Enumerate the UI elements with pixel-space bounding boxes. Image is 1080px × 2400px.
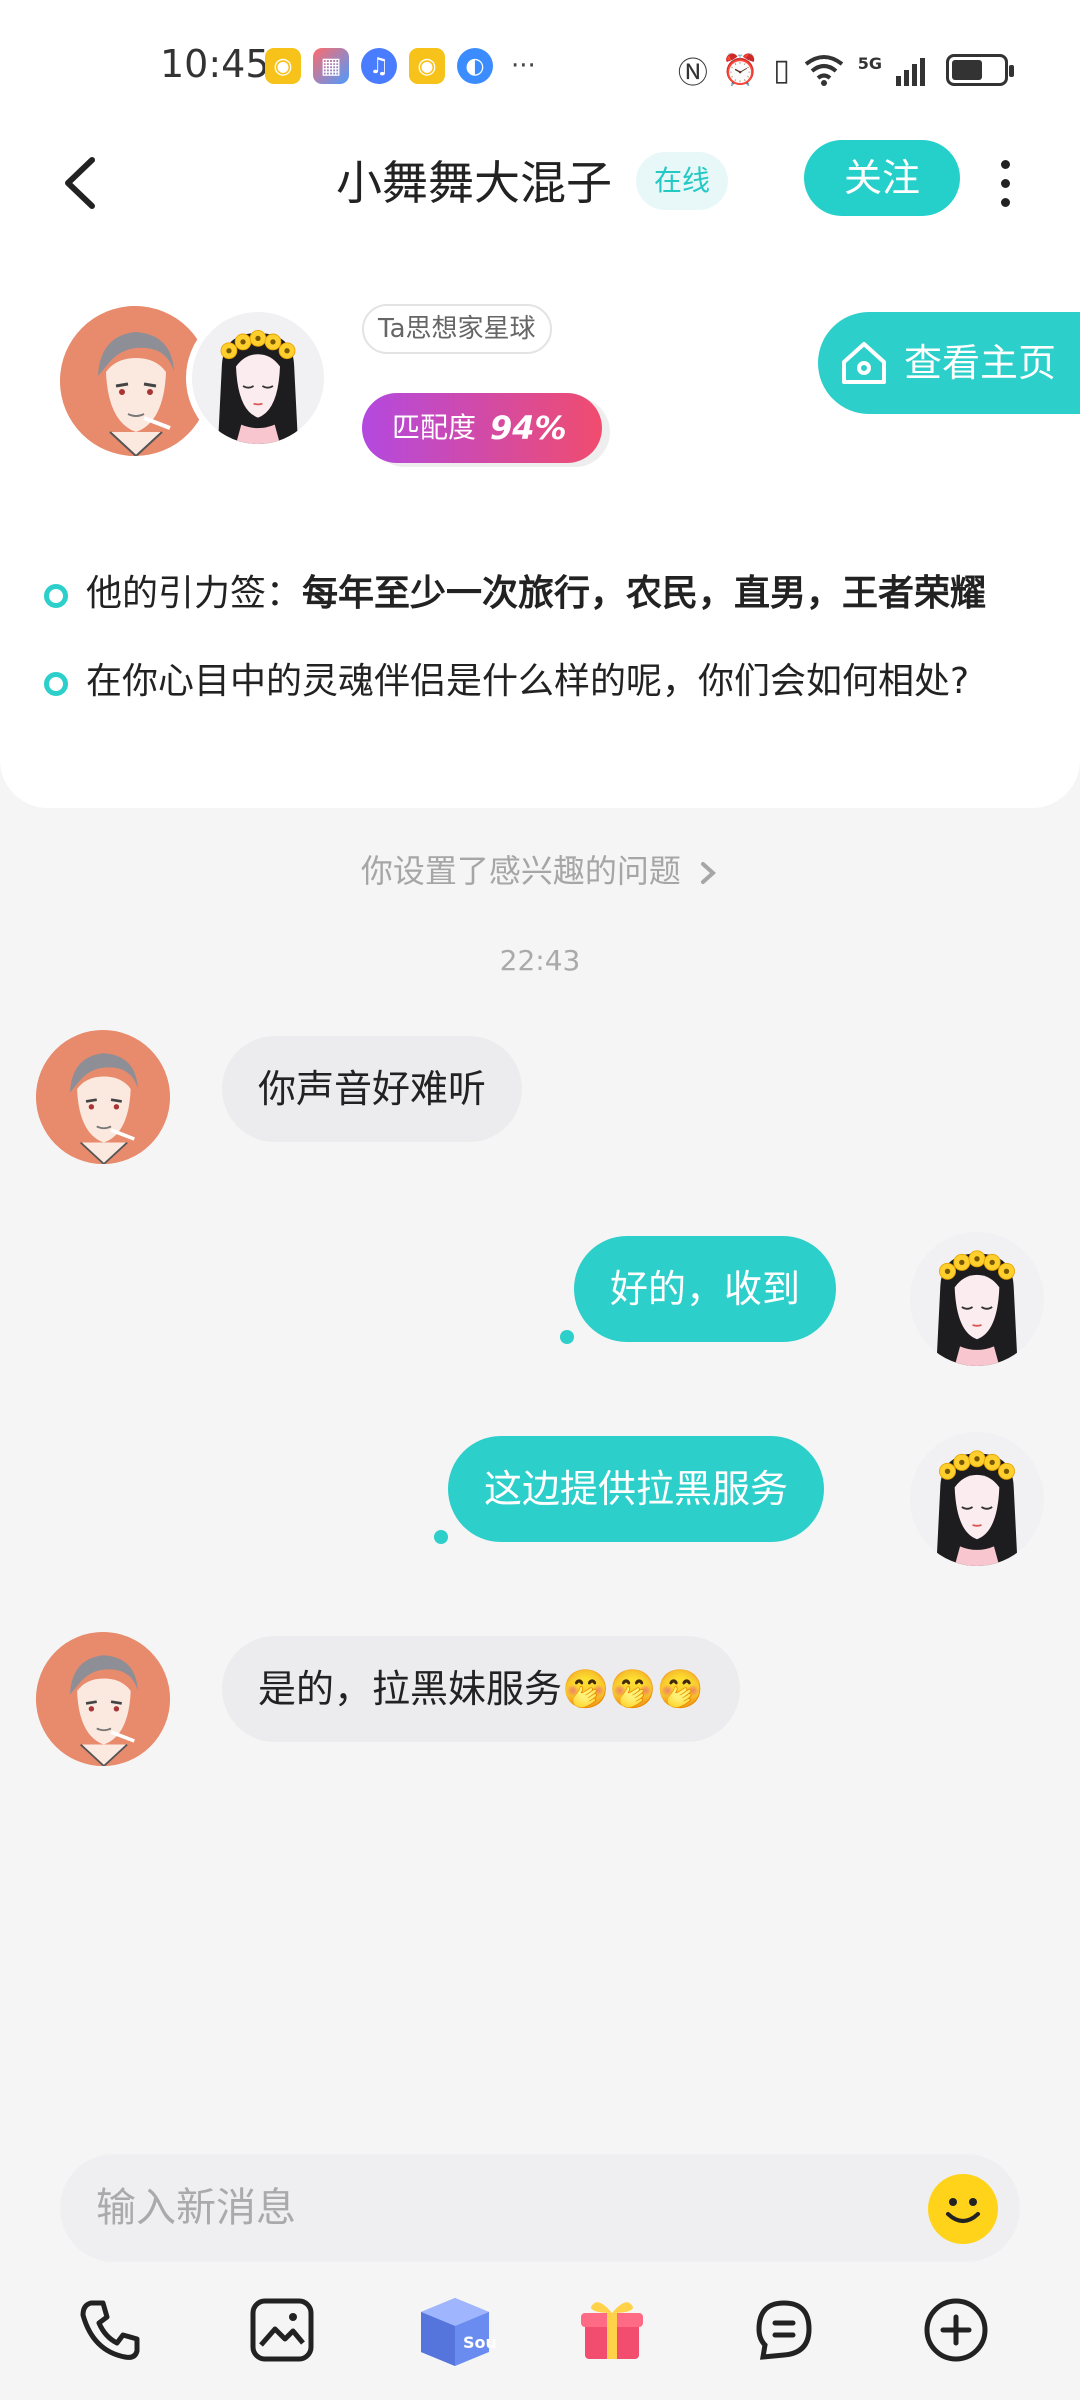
view-homepage-button[interactable]: 查看主页 xyxy=(818,312,1080,414)
image-button[interactable] xyxy=(242,2290,322,2370)
system-icons: Ⓝ ⏰ ▯ 5G xyxy=(677,48,1014,92)
gift-button[interactable] xyxy=(572,2290,652,2370)
back-button[interactable] xyxy=(48,148,118,218)
more-actions-button[interactable] xyxy=(916,2290,996,2370)
my-avatar[interactable] xyxy=(910,1232,1044,1366)
voice-call-button[interactable] xyxy=(70,2290,150,2370)
chat-header: 小舞舞大混子 在线 关注 xyxy=(0,130,1080,240)
chat-toolbar: Soul xyxy=(0,2290,1080,2380)
other-user-avatar[interactable] xyxy=(36,1030,170,1164)
profile-card: Ta思想家星球 匹配度 94% 查看主页 他的引力签：每年至少一次旅行，农民，直… xyxy=(0,240,1080,808)
soul-label: Soul xyxy=(463,2333,497,2352)
message-input-bar xyxy=(60,2154,1020,2262)
notification-icons: ◉ ▦ ♫ ◉ ◐ ··· xyxy=(265,48,536,84)
message-bubble-incoming[interactable]: 你声音好难听 xyxy=(222,1036,523,1142)
battery-icon xyxy=(946,54,1014,86)
soulmate-question-row[interactable]: 在你心目中的灵魂伴侣是什么样的呢，你们会如何相处? xyxy=(44,654,1034,710)
bullet-icon xyxy=(44,584,68,608)
network-type: 5G xyxy=(857,53,882,73)
gift-icon xyxy=(581,2302,643,2359)
chevron-left-icon xyxy=(65,157,95,209)
phone-icon xyxy=(80,2300,140,2360)
message-bubble-incoming[interactable]: 是的，拉黑妹服务🤭🤭🤭 xyxy=(222,1636,740,1742)
image-icon xyxy=(250,2298,314,2362)
music-icon: ♫ xyxy=(361,48,397,84)
message-tail xyxy=(434,1530,448,1544)
soulmate-question: 在你心目中的灵魂伴侣是什么样的呢，你们会如何相处? xyxy=(86,661,970,702)
home-icon xyxy=(842,342,886,384)
planet-tag: Ta思想家星球 xyxy=(362,304,552,354)
follow-button[interactable]: 关注 xyxy=(804,140,960,216)
voice-match-button[interactable] xyxy=(744,2290,824,2370)
bullet-icon xyxy=(44,672,68,696)
gravity-tags-prefix: 他的引力签： xyxy=(86,573,303,614)
message-bubble-outgoing[interactable]: 好的，收到 xyxy=(574,1236,837,1342)
view-homepage-label: 查看主页 xyxy=(904,341,1057,385)
message-bubble-outgoing[interactable]: 这边提供拉黑服务 xyxy=(448,1436,825,1542)
voice-match-icon xyxy=(756,2300,812,2360)
message-tail xyxy=(560,1330,574,1344)
smiley-icon xyxy=(946,2198,980,2223)
add-icon xyxy=(924,2298,988,2362)
my-avatar[interactable] xyxy=(186,306,330,450)
weibo-icon: ◉ xyxy=(409,48,445,84)
gravity-tags-row: 他的引力签：每年至少一次旅行，农民，直男，王者荣耀 xyxy=(44,566,1034,622)
nfc-icon: Ⓝ xyxy=(677,56,708,91)
vibrate-icon: ▯ xyxy=(773,52,790,88)
interest-question-notice[interactable]: 你设置了感兴趣的问题 xyxy=(0,846,1080,892)
chevron-right-icon xyxy=(701,862,717,884)
soul-box-icon: Soul xyxy=(421,2298,497,2366)
match-label: 匹配度 xyxy=(392,411,477,444)
weibo-icon: ◉ xyxy=(265,48,301,84)
my-avatar[interactable] xyxy=(910,1432,1044,1566)
other-user-avatar[interactable] xyxy=(36,1632,170,1766)
match-badge: 匹配度 94% xyxy=(362,393,602,463)
soul-box-button[interactable]: Soul xyxy=(410,2290,500,2370)
signal-icon xyxy=(896,58,925,86)
app-icon: ▦ xyxy=(313,48,349,84)
online-badge: 在线 xyxy=(636,152,729,210)
status-time: 10:45 xyxy=(160,42,270,86)
more-menu-button[interactable] xyxy=(990,148,1020,218)
notice-text: 你设置了感兴趣的问题 xyxy=(360,852,681,890)
more-notifications-icon: ··· xyxy=(511,51,536,81)
match-value: 94% xyxy=(490,409,567,447)
gravity-tags-text: 每年至少一次旅行，农民，直男，王者荣耀 xyxy=(302,573,987,614)
browser-icon: ◐ xyxy=(457,48,493,84)
message-timestamp: 22:43 xyxy=(499,944,581,977)
wifi-icon xyxy=(804,55,843,86)
alarm-icon: ⏰ xyxy=(721,52,760,88)
emoji-button[interactable] xyxy=(928,2174,998,2244)
chat-title[interactable]: 小舞舞大混子 xyxy=(336,148,612,218)
status-bar: 10:45 ◉ ▦ ♫ ◉ ◐ ··· Ⓝ ⏰ ▯ 5G xyxy=(0,0,1080,130)
message-input[interactable] xyxy=(96,2154,916,2262)
